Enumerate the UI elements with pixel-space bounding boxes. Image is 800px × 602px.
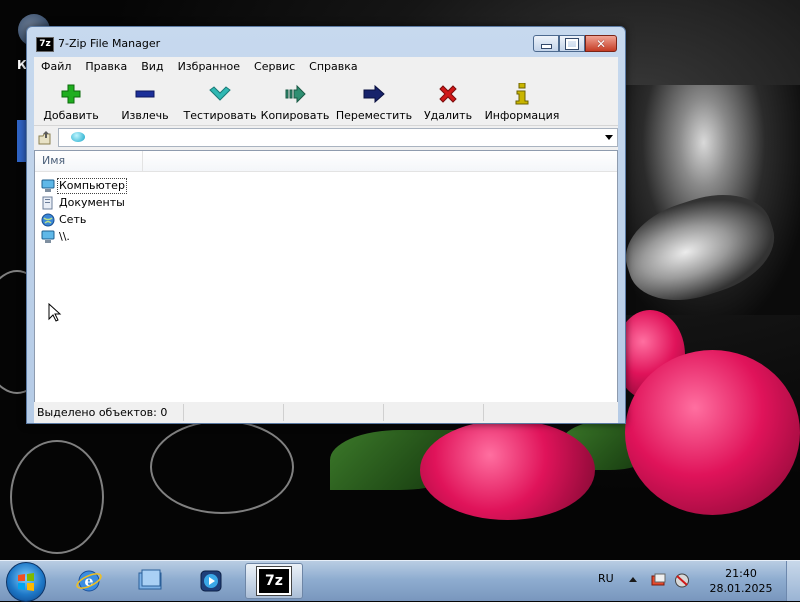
menu-view[interactable]: Вид	[134, 57, 170, 76]
up-folder-button[interactable]	[36, 128, 56, 148]
wallpaper-glass	[150, 420, 294, 514]
start-button[interactable]	[6, 562, 46, 602]
status-cell-packed	[284, 404, 384, 421]
extract-button[interactable]: Извлечь	[108, 77, 182, 125]
minimize-icon	[540, 44, 552, 49]
system-clock[interactable]: 21:40 28.01.2025	[705, 566, 777, 596]
wallpaper-glass	[10, 440, 104, 554]
computer-icon	[41, 179, 55, 193]
copy-arrow-icon	[284, 83, 306, 105]
toolbar: Добавить Извлечь Тестировать Копировать	[34, 77, 618, 126]
move-label: Переместить	[335, 109, 413, 122]
volume-muted-icon[interactable]	[674, 573, 690, 588]
taskbar: e 7z RU 21:40 28.01.2025	[0, 560, 800, 602]
status-cell-modified	[384, 404, 484, 421]
checkmark-icon	[209, 83, 231, 105]
window-title: 7-Zip File Manager	[58, 37, 161, 50]
wallpaper-tulip	[625, 350, 800, 515]
move-button[interactable]: Переместить	[332, 77, 416, 125]
title-bar[interactable]: 7z 7-Zip File Manager ✕	[27, 27, 625, 57]
list-item-label: Компьютер	[57, 177, 127, 194]
list-item-documents[interactable]: Документы	[41, 194, 126, 211]
add-button[interactable]: Добавить	[34, 77, 108, 125]
address-bar	[34, 127, 618, 149]
delete-button[interactable]: Удалить	[416, 77, 480, 125]
close-icon: ✕	[595, 36, 607, 51]
add-label: Добавить	[43, 109, 99, 122]
maximize-button[interactable]	[559, 35, 585, 52]
maximize-icon	[565, 37, 579, 50]
menu-file[interactable]: Файл	[34, 57, 78, 76]
menu-edit[interactable]: Правка	[78, 57, 134, 76]
status-bar: Выделено объектов: 0	[34, 402, 618, 423]
test-label: Тестировать	[183, 109, 257, 122]
computer-icon	[41, 230, 55, 244]
status-cell-size	[184, 404, 284, 421]
wallpaper-tulip	[420, 420, 595, 520]
menu-bar: Файл Правка Вид Избранное Сервис Справка	[34, 57, 618, 76]
taskbar-internet-explorer[interactable]: e	[60, 563, 118, 599]
dropdown-arrow-icon[interactable]	[605, 135, 613, 140]
drive-icon	[71, 132, 85, 142]
taskbar-7zip[interactable]: 7z	[245, 563, 303, 599]
delete-label: Удалить	[423, 109, 473, 122]
list-item-label: \\.	[59, 229, 70, 243]
documents-icon	[41, 196, 55, 210]
extract-label: Извлечь	[121, 109, 169, 122]
mouse-cursor-icon	[48, 303, 62, 322]
action-center-icon[interactable]	[651, 573, 667, 588]
network-icon	[41, 213, 55, 227]
taskbar-media-player[interactable]	[182, 563, 240, 599]
windows-explorer-icon	[138, 569, 162, 590]
copy-button[interactable]: Копировать	[258, 77, 332, 125]
address-combobox[interactable]	[58, 128, 618, 147]
close-button[interactable]: ✕	[585, 35, 617, 52]
list-item-label: Сеть	[59, 212, 87, 226]
media-player-icon	[200, 570, 222, 592]
clock-date: 28.01.2025	[709, 582, 773, 595]
folder-up-icon	[38, 131, 51, 145]
info-button[interactable]: Информация	[480, 77, 564, 125]
minus-icon	[134, 83, 156, 105]
test-button[interactable]: Тестировать	[182, 77, 258, 125]
status-selected: Выделено объектов: 0	[34, 404, 184, 421]
menu-favorites[interactable]: Избранное	[171, 57, 247, 76]
window-client-area: Файл Правка Вид Избранное Сервис Справка…	[34, 57, 618, 423]
plus-icon	[60, 83, 82, 105]
move-arrow-icon	[363, 83, 385, 105]
list-item-computer[interactable]: Компьютер	[41, 177, 127, 194]
7zip-app-icon[interactable]: 7z	[36, 37, 54, 52]
file-list[interactable]: Имя Компьютер Документы Сеть \\.	[34, 150, 618, 423]
list-item-root[interactable]: \\.	[41, 228, 126, 245]
info-icon	[511, 83, 533, 105]
copy-label: Копировать	[260, 109, 330, 122]
clock-time: 21:40	[725, 567, 757, 580]
list-header: Имя	[35, 151, 617, 172]
list-rows: Компьютер Документы Сеть \\.	[41, 177, 127, 245]
list-item-network[interactable]: Сеть	[41, 211, 126, 228]
list-item-label: Документы	[59, 195, 125, 209]
delete-x-icon	[437, 83, 459, 105]
minimize-button[interactable]	[533, 35, 559, 52]
show-desktop-button[interactable]	[786, 561, 800, 601]
column-header-name[interactable]: Имя	[35, 151, 143, 171]
menu-tools[interactable]: Сервис	[247, 57, 302, 76]
7zip-window: 7z 7-Zip File Manager ✕ Файл Правка Вид …	[26, 26, 626, 424]
menu-help[interactable]: Справка	[302, 57, 364, 76]
language-indicator[interactable]: RU	[598, 572, 614, 585]
taskbar-windows-explorer[interactable]	[121, 563, 179, 599]
show-hidden-icons-icon[interactable]	[629, 577, 637, 582]
7zip-icon: 7z	[256, 566, 292, 596]
internet-explorer-icon: e	[76, 570, 102, 592]
windows-logo-icon	[18, 573, 34, 591]
info-label: Информация	[484, 109, 560, 122]
caption-buttons: ✕	[533, 35, 617, 52]
